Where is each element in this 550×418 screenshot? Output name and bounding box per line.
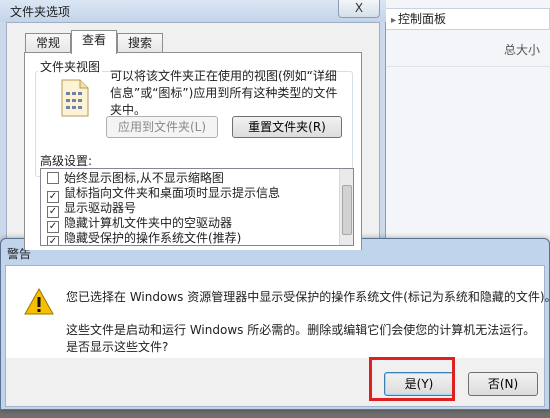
list-item[interactable]: ✓ 鼠标指向文件夹和桌面项时显示提示信息 [47,186,281,203]
checkbox[interactable] [47,172,59,184]
no-button[interactable]: 否(N) [468,372,538,396]
folder-view-description: 可以将该文件夹正在使用的视图(例如“详细信息”或“图标”)应用到所有这种类型的文… [110,69,338,117]
list-item-label: 显示驱动器号 [64,201,137,215]
advanced-settings-list[interactable]: 始终显示图标,从不显示缩略图 ✓ 鼠标指向文件夹和桌面项时显示提示信息 ✓ 显示驱动… [40,168,354,246]
list-item-label: 鼠标指向文件夹和桌面项时显示提示信息 [64,186,281,200]
dialog-title: 文件夹选项 [10,5,71,19]
warning-triangle-icon [24,288,54,315]
apply-to-folders-button[interactable]: 应用到文件夹(L) [106,116,218,138]
dialog-titlebar: 文件夹选项 X [0,0,386,22]
warning-message-line1: 您已选择在 Windows 资源管理器中显示受保护的操作系统文件(标记为系统和隐… [66,290,550,304]
list-item[interactable]: 始终显示图标,从不显示缩略图 [47,171,224,186]
message-area: 您已选择在 Windows 资源管理器中显示受保护的操作系统文件(标记为系统和隐… [6,266,550,358]
list-item[interactable]: ✓ 隐藏计算机文件夹中的空驱动器 [47,216,233,233]
chevron-right-icon: ▸ [391,15,397,26]
warning-dialog: 警告 您已选择在 Windows 资源管理器中显示受保护的操作系统文件(标记为系… [0,238,550,410]
warning-message-line2: 这些文件是启动和运行 Windows 所必需的。删除或编辑它们会使您的计算机无法… [66,323,536,337]
close-button[interactable]: X [338,0,380,18]
list-item-label: 隐藏受保护的操作系统文件(推荐) [64,231,242,245]
folder-options-dialog: 文件夹选项 X 常规 查看 搜索 文件夹视图 可以将该文件夹正在使用的视图(例如… [0,0,386,250]
folder-view-icon [61,79,89,117]
list-item-label: 始终显示图标,从不显示缩略图 [64,171,224,185]
scrollbar-thumb[interactable] [342,185,352,235]
reset-folders-button[interactable]: 重置文件夹(R) [232,116,342,138]
tab-search[interactable]: 搜索 [117,33,163,53]
tab-general[interactable]: 常规 [25,33,71,53]
breadcrumb-label: 控制面板 [398,12,447,26]
checkbox[interactable]: ✓ [47,236,59,245]
advanced-settings-label: 高级设置: [40,154,93,168]
tab-view[interactable]: 查看 [71,30,117,54]
red-highlight-box [369,357,455,401]
list-item-label: 隐藏计算机文件夹中的空驱动器 [64,216,233,230]
breadcrumb[interactable]: ▸ 控制面板 [384,8,550,30]
warning-content: 您已选择在 Windows 资源管理器中显示受保护的操作系统文件(标记为系统和隐… [5,265,550,407]
column-divider [380,66,550,67]
column-header-total-size[interactable]: 总大小 [504,41,540,58]
background-explorer-window: ▸ 控制面板 总大小 [380,0,550,250]
list-item[interactable]: ✓ 显示驱动器号 [47,201,137,218]
folder-view-group-label: 文件夹视图 [38,58,103,75]
list-item[interactable]: ✓ 隐藏受保护的操作系统文件(推荐) [47,231,242,245]
scrollbar[interactable] [339,169,353,245]
warning-message-line3: 是否显示这些文件? [66,340,169,354]
close-icon: X [354,1,364,15]
